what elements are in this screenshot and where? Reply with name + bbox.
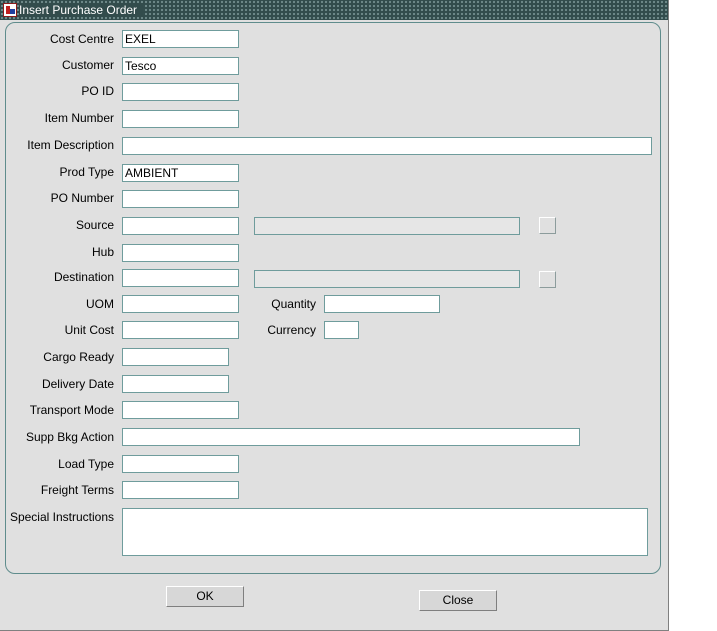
currency-label: Currency: [267, 323, 316, 337]
window-title: Insert Purchase Order: [19, 3, 144, 17]
load-type-field[interactable]: [122, 455, 239, 473]
freight-terms-field[interactable]: [122, 481, 239, 499]
po-id-label: PO ID: [81, 84, 114, 98]
hub-field[interactable]: [122, 244, 239, 262]
po-id-field[interactable]: [122, 83, 239, 101]
ok-button[interactable]: OK: [166, 586, 244, 607]
prod-type-field[interactable]: [122, 164, 239, 182]
item-description-label: Item Description: [27, 138, 114, 152]
freight-terms-label: Freight Terms: [40, 483, 114, 497]
transport-mode-label: Transport Mode: [29, 403, 114, 417]
insert-purchase-order-window: Insert Purchase Order Cost Centre Custom…: [0, 0, 669, 631]
special-instructions-field[interactable]: [122, 508, 648, 556]
unit-cost-label: Unit Cost: [64, 323, 114, 337]
uom-label: UOM: [86, 297, 114, 311]
cost-centre-field[interactable]: [122, 30, 239, 48]
close-button[interactable]: Close: [419, 590, 497, 611]
customer-label: Customer: [61, 58, 114, 72]
destination-field[interactable]: [122, 269, 239, 287]
transport-mode-field[interactable]: [122, 401, 239, 419]
item-number-field[interactable]: [122, 110, 239, 128]
item-number-label: Item Number: [44, 111, 114, 125]
special-instructions-label: Special Instructions: [9, 510, 114, 524]
source-field[interactable]: [122, 217, 239, 235]
cost-centre-label: Cost Centre: [49, 32, 114, 46]
cargo-ready-field[interactable]: [122, 348, 229, 366]
prod-type-label: Prod Type: [59, 165, 114, 179]
po-number-field[interactable]: [122, 190, 239, 208]
oracle-forms-icon: [3, 3, 17, 17]
load-type-label: Load Type: [58, 457, 114, 471]
destination-description-field: [254, 270, 520, 288]
delivery-date-field[interactable]: [122, 375, 229, 393]
quantity-field[interactable]: [324, 295, 440, 313]
uom-field[interactable]: [122, 295, 239, 313]
cargo-ready-label: Cargo Ready: [43, 350, 114, 364]
hub-label: Hub: [91, 245, 114, 259]
delivery-date-label: Delivery Date: [41, 377, 114, 391]
item-description-field[interactable]: [122, 137, 652, 155]
source-description-field: [254, 217, 520, 235]
quantity-label: Quantity: [271, 297, 316, 311]
customer-field[interactable]: [122, 57, 239, 75]
currency-field[interactable]: [324, 321, 359, 339]
destination-lov-button[interactable]: [539, 271, 556, 288]
title-bar[interactable]: Insert Purchase Order: [0, 0, 668, 20]
supp-bkg-action-field[interactable]: [122, 428, 580, 446]
unit-cost-field[interactable]: [122, 321, 239, 339]
po-number-label: PO Number: [50, 191, 114, 205]
destination-label: Destination: [53, 270, 114, 284]
supp-bkg-action-label: Supp Bkg Action: [25, 430, 114, 444]
source-lov-button[interactable]: [539, 217, 556, 234]
source-label: Source: [75, 218, 114, 232]
